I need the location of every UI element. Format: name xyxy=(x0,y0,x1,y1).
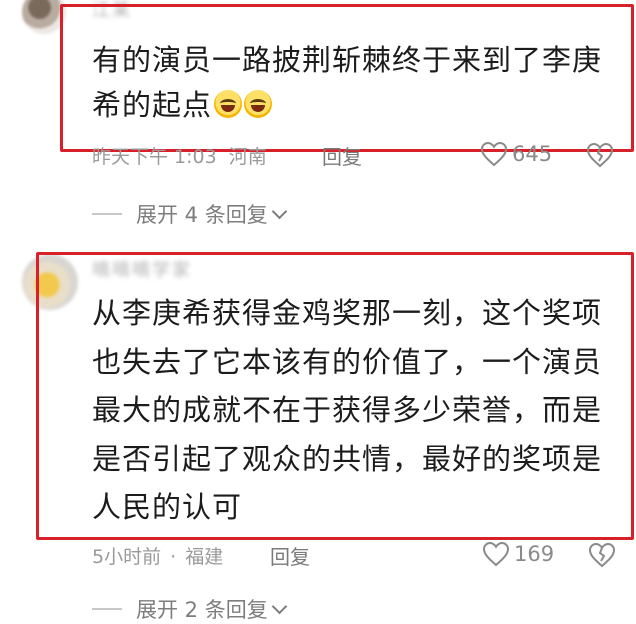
grinning-sweat-emoji-icon xyxy=(214,90,243,118)
grinning-sweat-emoji-icon xyxy=(244,90,273,118)
comment-time: 昨天下午 1:03 xyxy=(92,146,217,168)
expand-replies[interactable]: 展开 2 条回复 xyxy=(92,594,287,624)
chevron-down-icon xyxy=(271,598,287,614)
like-count: 169 xyxy=(514,542,555,566)
reply-button[interactable]: 回复 xyxy=(270,541,310,570)
heart-icon xyxy=(480,141,508,167)
expand-replies-label: 展开 4 条回复 xyxy=(136,203,268,227)
expand-replies-label: 展开 2 条回复 xyxy=(136,598,268,622)
comment-text: 有的演员一路披荆斩棘终于来到了李庚希的起点 xyxy=(92,38,612,128)
broken-heart-icon[interactable] xyxy=(588,542,616,568)
meta-separator: · xyxy=(170,546,177,568)
like-button[interactable]: 645 xyxy=(480,141,552,167)
divider-line xyxy=(92,213,122,215)
comment-time: 5小时前 xyxy=(92,546,162,568)
like-count: 645 xyxy=(512,142,553,166)
divider-line xyxy=(92,608,122,610)
heart-icon xyxy=(482,541,510,567)
comment-location: 福建 xyxy=(185,546,224,568)
chevron-down-icon xyxy=(271,203,287,219)
comment-meta: 5小时前 · 福建 xyxy=(92,542,223,569)
reply-button[interactable]: 回复 xyxy=(322,141,362,170)
broken-heart-icon[interactable] xyxy=(586,142,614,168)
comment-location: 河南 xyxy=(228,146,267,168)
expand-replies[interactable]: 展开 4 条回复 xyxy=(92,199,287,229)
comment-text: 从李庚希获得金鸡奖那一刻，这个奖项也失去了它本该有的价值了，一个演员最大的成就不… xyxy=(92,296,603,524)
like-button[interactable]: 169 xyxy=(482,541,554,567)
comment-meta: 昨天下午 1:03 河南 xyxy=(92,142,267,169)
comment-text-content: 有的演员一路披荆斩棘终于来到了李庚希的起点 xyxy=(92,43,603,122)
